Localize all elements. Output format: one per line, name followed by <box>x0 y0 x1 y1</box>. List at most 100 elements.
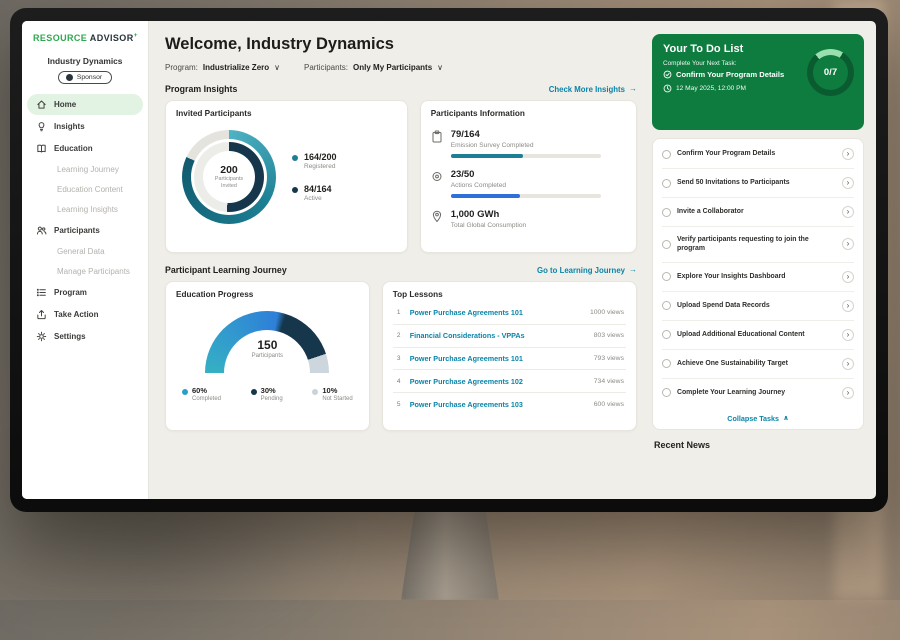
participants-dropdown[interactable]: Participants: Only My Participants ∨ <box>304 63 443 72</box>
task-checkbox[interactable] <box>662 330 671 339</box>
lesson-link[interactable]: Power Purchase Agreements 101 <box>410 308 583 317</box>
chevron-right-icon[interactable]: › <box>842 148 854 160</box>
sidebar-item-take-action[interactable]: Take Action <box>27 304 143 325</box>
task-checkbox[interactable] <box>662 272 671 281</box>
lesson-row: 4 Power Purchase Agreements 102 734 view… <box>393 370 626 393</box>
monitor-bezel: RESOURCE ADVISOR+ Industry Dynamics Spon… <box>10 8 888 512</box>
invited-donut-chart: 200 Participants Invited <box>182 130 276 224</box>
clipboard-icon <box>431 130 443 143</box>
go-to-learning-journey-link[interactable]: Go to Learning Journey → <box>537 266 637 275</box>
legend-dot-pending <box>251 389 257 395</box>
lesson-row: 5 Power Purchase Agreements 103 600 view… <box>393 393 626 415</box>
section-title: Program Insights <box>165 84 237 94</box>
stat-actions-completed: 23/50 Actions Completed <box>431 169 626 198</box>
legend-dot-completed <box>182 389 188 395</box>
card-title: Participants Information <box>431 109 626 118</box>
sidebar-item-education-content[interactable]: Education Content <box>27 180 143 199</box>
sidebar-item-learning-journey[interactable]: Learning Journey <box>27 160 143 179</box>
chevron-right-icon[interactable]: › <box>842 177 854 189</box>
task-checkbox[interactable] <box>662 359 671 368</box>
lesson-link[interactable]: Power Purchase Agreements 103 <box>410 400 587 409</box>
todo-panel: Your To Do List Complete Your Next Task:… <box>650 21 876 499</box>
sidebar: RESOURCE ADVISOR+ Industry Dynamics Spon… <box>22 21 149 499</box>
arrow-right-icon: → <box>629 85 637 93</box>
chevron-right-icon[interactable]: › <box>842 271 854 283</box>
stat-global-consumption: 1,000 GWh Total Global Consumption <box>431 209 626 229</box>
lesson-link[interactable]: Power Purchase Agreements 101 <box>410 354 587 363</box>
org-name: Industry Dynamics <box>22 56 148 66</box>
chevron-right-icon[interactable]: › <box>842 238 854 250</box>
task-checkbox[interactable] <box>662 208 671 217</box>
todo-next-task: Confirm Your Program Details <box>663 70 803 79</box>
learning-cards-row: Education Progress 150 Participants <box>165 281 637 431</box>
sidebar-item-settings[interactable]: Settings <box>27 326 143 347</box>
check-more-insights-link[interactable]: Check More Insights → <box>549 85 637 94</box>
task-checkbox[interactable] <box>662 388 671 397</box>
task-row[interactable]: Upload Additional Educational Content › <box>662 321 854 350</box>
task-checkbox[interactable] <box>662 240 671 249</box>
main-content: Welcome, Industry Dynamics Program: Indu… <box>149 21 650 499</box>
page-title: Welcome, Industry Dynamics <box>165 35 637 54</box>
task-row[interactable]: Complete Your Learning Journey › <box>662 379 854 407</box>
task-row[interactable]: Invite a Collaborator › <box>662 198 854 227</box>
lesson-row: 2 Financial Considerations - VPPAs 803 v… <box>393 325 626 348</box>
todo-progress-value: 0/7 <box>813 55 848 90</box>
lessons-list: 1 Power Purchase Agreements 101 1000 vie… <box>393 302 626 415</box>
task-row[interactable]: Explore Your Insights Dashboard › <box>662 263 854 292</box>
sidebar-item-general-data[interactable]: General Data <box>27 242 143 261</box>
card-title: Top Lessons <box>393 290 626 299</box>
program-dropdown[interactable]: Program: Industrialize Zero ∨ <box>165 63 280 72</box>
legend-item: 30% Pending <box>251 386 283 402</box>
invited-participants-card: Invited Participants 200 Participants In… <box>165 100 408 253</box>
task-row[interactable]: Verify participants requesting to join t… <box>662 227 854 263</box>
card-title: Invited Participants <box>176 109 397 118</box>
task-row[interactable]: Send 50 Invitations to Participants › <box>662 169 854 198</box>
card-title: Education Progress <box>176 290 359 299</box>
legend-item: 164/200 Registered <box>292 152 337 170</box>
donut-center-label: Participants Invited <box>208 176 250 190</box>
chevron-right-icon[interactable]: › <box>842 358 854 370</box>
legend-dot-registered <box>292 155 298 161</box>
monitor-stand <box>401 510 499 600</box>
check-circle-icon <box>663 70 672 79</box>
sidebar-item-program[interactable]: Program <box>27 282 143 303</box>
task-checkbox[interactable] <box>662 301 671 310</box>
task-row[interactable]: Confirm Your Program Details › <box>662 140 854 169</box>
sidebar-item-learning-insights[interactable]: Learning Insights <box>27 200 143 219</box>
home-icon <box>36 99 47 110</box>
sidebar-item-participants[interactable]: Participants <box>27 220 143 241</box>
filters-row: Program: Industrialize Zero ∨ Participan… <box>165 63 637 72</box>
chevron-right-icon[interactable]: › <box>842 387 854 399</box>
task-row[interactable]: Achieve One Sustainability Target › <box>662 350 854 379</box>
task-checkbox[interactable] <box>662 150 671 159</box>
gauge-legend: 60% Completed 30% Pending <box>176 386 359 402</box>
lightbulb-icon <box>36 121 47 132</box>
donut-chart-area: 200 Participants Invited 164/200 Registe… <box>176 130 397 224</box>
task-row[interactable]: Upload Spend Data Records › <box>662 292 854 321</box>
chevron-right-icon[interactable]: › <box>842 206 854 218</box>
location-pin-icon <box>431 210 443 223</box>
sidebar-nav: Home Insights Education Learning Journey… <box>22 93 148 348</box>
legend-item: 10% Not Started <box>312 386 352 402</box>
education-progress-card: Education Progress 150 Participants <box>165 281 370 431</box>
collapse-tasks-link[interactable]: Collapse Tasks ∧ <box>662 407 854 426</box>
legend-item: 60% Completed <box>182 386 221 402</box>
lesson-link[interactable]: Power Purchase Agreements 102 <box>410 377 587 386</box>
lesson-link[interactable]: Financial Considerations - VPPAs <box>410 331 587 340</box>
sidebar-item-insights[interactable]: Insights <box>27 116 143 137</box>
task-checkbox[interactable] <box>662 179 671 188</box>
sidebar-item-manage-participants[interactable]: Manage Participants <box>27 262 143 281</box>
chevron-down-icon: ∨ <box>437 64 443 72</box>
chevron-right-icon[interactable]: › <box>842 329 854 341</box>
todo-progress-ring: 0/7 <box>807 49 854 96</box>
chevron-right-icon[interactable]: › <box>842 300 854 312</box>
target-icon <box>431 170 443 183</box>
clock-icon <box>663 84 672 93</box>
arrow-right-icon: → <box>629 266 637 274</box>
upload-icon <box>36 309 47 320</box>
chevron-up-icon: ∧ <box>783 415 789 422</box>
legend-dot-not-started <box>312 389 318 395</box>
learning-journey-header: Participant Learning Journey Go to Learn… <box>165 265 637 275</box>
sidebar-item-home[interactable]: Home <box>27 94 143 115</box>
sidebar-item-education[interactable]: Education <box>27 138 143 159</box>
